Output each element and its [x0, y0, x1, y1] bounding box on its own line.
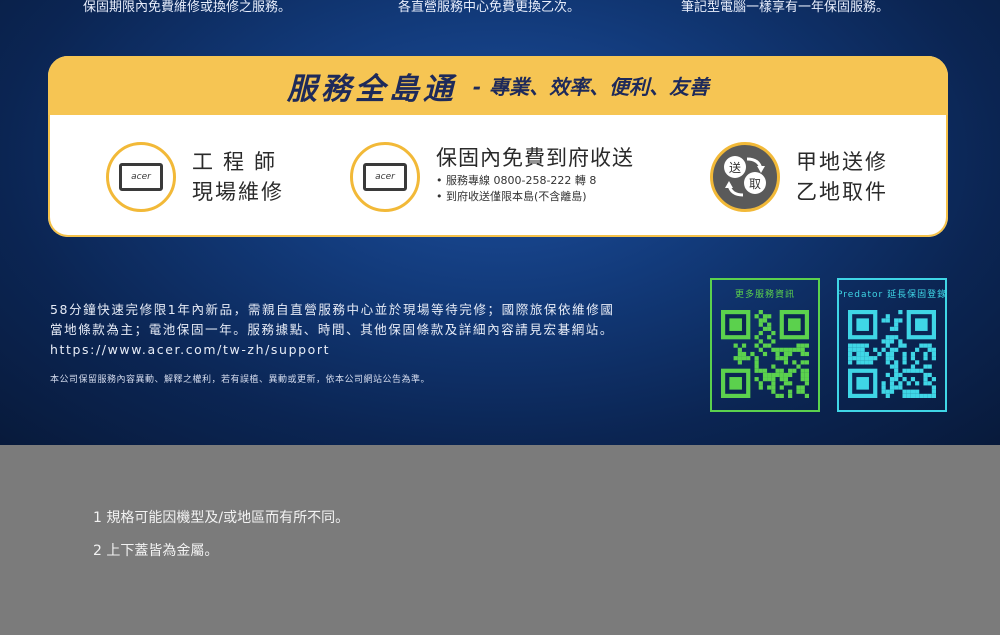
top-strip-right: 筆記型電腦一樣享有一年保固服務。: [681, 0, 890, 15]
engineer-line2: 現場維修: [192, 180, 284, 204]
qr-left-label: 更多服務資訊: [734, 290, 795, 300]
footnotes-section: 1 規格可能因機型及/或地區而有所不同。 2 上下蓋皆為金屬。: [0, 445, 1000, 635]
delivery-bullet-2: • 到府收送僅限本島(不含離島): [436, 190, 587, 203]
service-terms: 58分鐘快速完修限1年內新品，需親自直營服務中心並於現場等待完修；國際旅保依維修…: [50, 300, 690, 360]
terms-line-2: 當地條款為主；電池保固一年。服務據點、時間、其他保固條款及詳細內容請見宏碁網站。: [50, 322, 615, 337]
top-strip-center: 各直營服務中心免費更換乙次。: [398, 0, 581, 15]
footnote-1: 1 規格可能因機型及/或地區而有所不同。: [93, 510, 350, 526]
feature-pickup: 送 取 甲地送修 乙地取件: [710, 137, 888, 217]
acer-logo: acer: [119, 163, 163, 191]
feature-engineer: acer 工程師 現場維修: [106, 137, 285, 217]
qr-code-icon: [848, 310, 936, 398]
top-strip-left: 保固期限內免費維修或換修之服務。: [83, 0, 292, 15]
delivery-title: 保固內免費到府收送: [436, 146, 634, 170]
pickup-line2: 乙地取件: [796, 180, 888, 204]
footnote-2: 2 上下蓋皆為金屬。: [93, 543, 219, 559]
disclaimer: 本公司保留服務內容異動、解釋之權利，若有誤植、異動或更新，依本公司網站公告為準。: [50, 375, 431, 385]
qr-code-icon: [721, 310, 809, 398]
feature-delivery: acer 保固內免費到府收送 • 服務專線 0800-258-222 轉 8 •…: [350, 137, 634, 217]
banner-dash: -: [472, 75, 482, 99]
pickup-line1: 甲地送修: [796, 150, 888, 174]
exchange-arrows-icon: 送 取: [724, 156, 766, 197]
qr-right-label: Predator 延長保固登錄: [836, 290, 948, 300]
banner-title: 服務全島通: [286, 71, 457, 107]
banner-subtitle-wrap: - 專業、效率、便利、友善: [473, 71, 709, 100]
qr-service-info[interactable]: 更多服務資訊: [710, 278, 820, 412]
support-url[interactable]: https://www.acer.com/tw-zh/support: [50, 340, 690, 360]
take-label: 取: [749, 177, 761, 191]
laptop-delivery-icon: acer: [350, 142, 420, 212]
delivery-bullet-1: • 服務專線 0800-258-222 轉 8: [436, 174, 597, 187]
banner-subtitle: 專業、效率、便利、友善: [489, 75, 710, 99]
service-card: 服務全島通 - 專業、效率、便利、友善 acer 工程師 現場維修 acer 保固…: [48, 56, 948, 237]
service-section: 保固期限內免費維修或換修之服務。 各直營服務中心免費更換乙次。 筆記型電腦一樣享…: [0, 0, 1000, 445]
acer-logo: acer: [363, 163, 407, 191]
send-pickup-icon: 送 取: [710, 142, 780, 212]
engineer-line1: 工程師: [192, 150, 285, 174]
send-label: 送: [729, 160, 741, 175]
laptop-icon: acer: [106, 142, 176, 212]
top-strip: 保固期限內免費維修或換修之服務。 各直營服務中心免費更換乙次。 筆記型電腦一樣享…: [0, 0, 1000, 16]
service-card-header: 服務全島通 - 專業、效率、便利、友善: [48, 56, 948, 115]
terms-line-1: 58分鐘快速完修限1年內新品，需親自直營服務中心並於現場等待完修；國際旅保依維修…: [50, 302, 615, 317]
qr-predator-warranty[interactable]: Predator 延長保固登錄: [837, 278, 947, 412]
